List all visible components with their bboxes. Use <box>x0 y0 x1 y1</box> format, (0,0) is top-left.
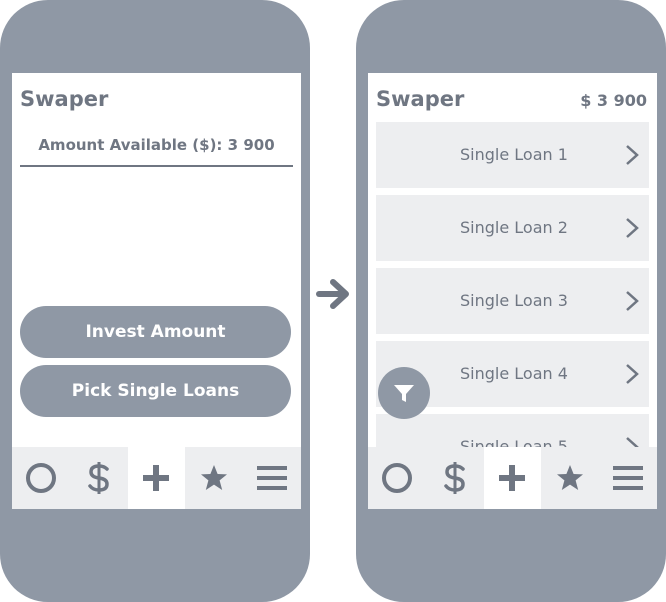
loan-row[interactable]: Single Loan 1 <box>376 122 649 188</box>
filter-button[interactable] <box>378 367 430 419</box>
tab-overview[interactable] <box>12 447 70 509</box>
loan-row[interactable]: Single Loan 2 <box>376 195 649 261</box>
app-title: Swaper <box>376 87 465 111</box>
app-title: Swaper <box>20 87 109 111</box>
phone-left: Swaper Amount Available ($): 3 900 Inves… <box>0 0 310 602</box>
loan-label: Single Loan 2 <box>460 218 568 237</box>
star-icon <box>201 465 228 490</box>
tab-favorites[interactable] <box>185 447 243 509</box>
tab-menu[interactable] <box>599 447 657 509</box>
tab-menu[interactable] <box>243 447 301 509</box>
loan-row[interactable]: Single Loan 3 <box>376 268 649 334</box>
menu-icon <box>257 466 288 490</box>
pick-single-loans-button[interactable]: Pick Single Loans <box>20 365 291 417</box>
dollar-icon <box>87 462 109 494</box>
screen-left: Swaper Amount Available ($): 3 900 Inves… <box>12 73 301 509</box>
tab-balance[interactable] <box>426 447 484 509</box>
plus-icon <box>143 465 170 491</box>
loan-label: Single Loan 4 <box>460 364 568 383</box>
dollar-icon <box>443 462 465 494</box>
tab-add[interactable] <box>127 447 186 509</box>
amount-label: Amount Available ($): <box>38 136 223 154</box>
loan-label: Single Loan 1 <box>460 145 568 164</box>
tab-favorites[interactable] <box>541 447 599 509</box>
tab-balance[interactable] <box>70 447 128 509</box>
plus-icon <box>499 465 526 491</box>
loan-label: Single Loan 3 <box>460 291 568 310</box>
filter-icon <box>394 385 414 402</box>
screen-right: Swaper $ 3 900 Single Loan 1 Single Loan… <box>368 73 657 509</box>
star-icon <box>557 465 584 490</box>
circle-icon <box>381 463 412 493</box>
tab-bar <box>368 447 657 509</box>
chevron-right-icon <box>626 291 639 311</box>
balance: $ 3 900 <box>580 91 647 110</box>
tab-bar <box>12 447 301 509</box>
arrow-right-icon <box>316 279 349 309</box>
tab-add[interactable] <box>483 447 542 509</box>
amount-value: 3 900 <box>227 136 275 154</box>
chevron-right-icon <box>626 364 639 384</box>
tab-overview[interactable] <box>368 447 426 509</box>
amount-available: Amount Available ($): 3 900 <box>20 133 293 167</box>
invest-amount-button[interactable]: Invest Amount <box>20 306 291 358</box>
chevron-right-icon <box>626 145 639 165</box>
circle-icon <box>25 463 56 493</box>
menu-icon <box>613 466 644 490</box>
phone-right: Swaper $ 3 900 Single Loan 1 Single Loan… <box>356 0 666 602</box>
chevron-right-icon <box>626 218 639 238</box>
